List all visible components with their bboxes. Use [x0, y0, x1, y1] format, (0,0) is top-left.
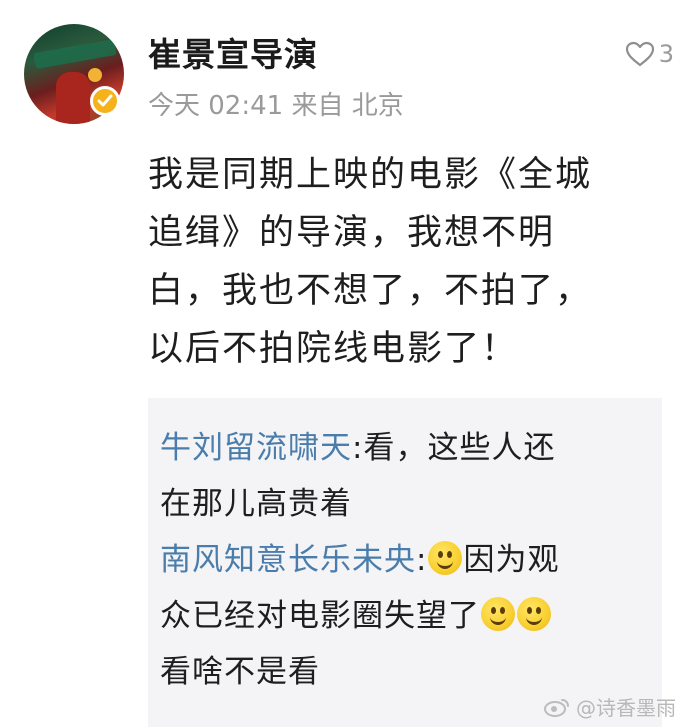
comment-item: 牛刘留流啸天:看，这些人还 在那儿高贵着: [160, 420, 650, 532]
weibo-logo-icon: [544, 698, 569, 717]
avatar-figure-shape: [56, 72, 90, 124]
heart-outline-icon: [625, 41, 654, 67]
smile-emoji-icon: [517, 597, 551, 631]
avatar-sign-shape: [33, 39, 117, 69]
comment-text: 因为观: [463, 542, 560, 578]
comments-panel: 牛刘留流啸天:看，这些人还 在那儿高贵着 南风知意长乐未央: 因为观 众已经对电影…: [148, 398, 662, 727]
avatar-lamp-shape: [88, 68, 102, 82]
comment-item: 南风知意长乐未央: 因为观 众已经对电影圈失望了 看啥不是看: [160, 532, 650, 700]
colon: :: [416, 542, 428, 578]
watermark-text: @诗香墨雨: [576, 696, 676, 720]
post-time: 今天 02:41: [148, 91, 284, 121]
post-content-line: 白，我也不想了，不拍了，: [148, 271, 593, 311]
comment-line: 在那儿高贵着: [160, 486, 352, 522]
colon: :: [352, 430, 364, 466]
watermark: @诗香墨雨: [544, 692, 676, 721]
comment-text: 众已经对电影圈失望了: [160, 598, 480, 634]
smile-emoji-icon: [428, 541, 463, 575]
like-count: 3: [658, 40, 674, 68]
post-meta: 今天 02:41 来自 北京: [148, 85, 404, 122]
username[interactable]: 崔景宣导演: [148, 28, 318, 76]
post-content-line: 以后不拍院线电影了！: [148, 329, 519, 369]
post-source: 来自 北京: [291, 91, 404, 121]
like-button[interactable]: 3: [625, 40, 674, 68]
comment-line: 牛刘留流啸天:看，这些人还: [160, 420, 650, 476]
commenter-name[interactable]: 牛刘留流啸天: [160, 430, 352, 466]
comment-line: 南风知意长乐未央: 因为观: [160, 532, 650, 588]
commenter-name[interactable]: 南风知意长乐未央: [160, 542, 416, 578]
verified-badge-icon: [90, 86, 120, 116]
comment-text: 看，这些人还: [363, 430, 556, 466]
post-content: 我是同期上映的电影《全城 追缉》的导演，我想不明 白，我也不想了，不拍了， 以后…: [148, 146, 668, 378]
post-content-line: 我是同期上映的电影《全城: [148, 155, 593, 195]
post-content-line: 追缉》的导演，我想不明: [148, 213, 556, 253]
comment-line: 众已经对电影圈失望了: [160, 588, 650, 644]
smile-emoji-icon: [481, 597, 515, 631]
